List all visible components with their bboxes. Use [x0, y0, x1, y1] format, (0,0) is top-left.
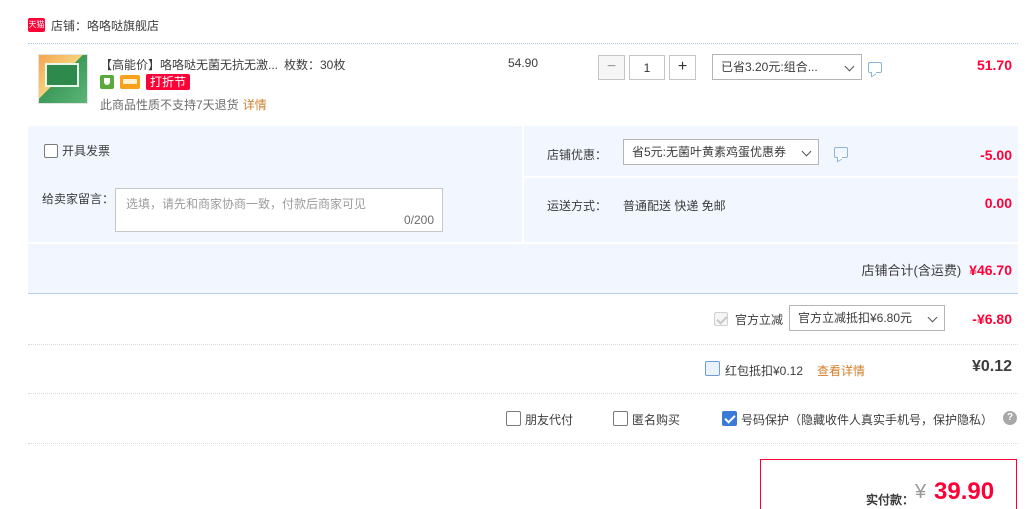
help-icon[interactable]: ? — [1003, 411, 1017, 425]
unit-price: 54.90 — [508, 56, 539, 70]
chevron-down-icon — [801, 146, 812, 157]
shop-discount-label: 店铺优惠： — [547, 148, 608, 162]
card-icon[interactable] — [120, 75, 140, 89]
shop-total-amount: ¥46.70 — [969, 262, 1012, 278]
shop-discount-amount: -5.00 — [980, 147, 1012, 163]
panel-divider — [522, 126, 524, 242]
message-char-count: 0/200 — [403, 213, 434, 227]
item-subtotal: 51.70 — [976, 57, 1012, 73]
shop-discount-select[interactable]: 省5元:无菌叶黄素鸡蛋优惠券 — [623, 139, 819, 165]
shop-discount-select-value: 省5元:无菌叶黄素鸡蛋优惠券 — [632, 145, 787, 159]
quantity-input[interactable]: 1 — [629, 55, 665, 80]
return-note-text: 此商品性质不支持7天退货 — [100, 98, 239, 112]
official-discount-select[interactable]: 官方立减抵扣¥6.80元 — [789, 305, 945, 331]
chevron-down-icon — [844, 61, 855, 72]
number-protect-checkbox[interactable] — [722, 411, 737, 426]
redpacket-amount: ¥0.12 — [971, 358, 1012, 375]
panel-divider — [524, 176, 1018, 178]
invoice-checkbox[interactable] — [44, 143, 58, 158]
shield-icon[interactable] — [100, 75, 114, 89]
panel-left: 开具发票 给卖家留言： 选填，请先和商家协商一致，付款后商家可见 0/200 — [28, 126, 522, 242]
chevron-down-icon — [927, 312, 938, 323]
divider — [28, 344, 1018, 345]
quantity-stepper: − 1 + — [598, 55, 696, 80]
friend-pay-checkbox[interactable] — [506, 411, 521, 426]
cart-item-row: 【高能价】咯咯哒无菌无抗无激... 枚数：30枚 打折节 此商品性质不支持7天退… — [28, 44, 1018, 126]
official-discount-select-value: 官方立减抵扣¥6.80元 — [798, 311, 913, 325]
quantity-minus-button[interactable]: − — [598, 55, 625, 80]
friend-pay-label: 朋友代付 — [525, 413, 574, 427]
message-textarea[interactable]: 选填，请先和商家协商一致，付款后商家可见 0/200 — [115, 188, 443, 232]
product-title-link[interactable]: 【高能价】咯咯哒无菌无抗无激... — [100, 56, 278, 73]
redpacket-checkbox[interactable] — [705, 361, 720, 376]
return-details-link[interactable]: 详情 — [243, 98, 267, 112]
quantity-plus-button[interactable]: + — [669, 55, 696, 80]
anonymous-label: 匿名购买 — [632, 413, 681, 427]
divider — [28, 393, 1018, 394]
invoice-label: 开具发票 — [62, 144, 111, 158]
message-label: 给卖家留言： — [42, 192, 115, 206]
order-options-panel: 开具发票 给卖家留言： 选填，请先和商家协商一致，付款后商家可见 0/200 店… — [28, 126, 1018, 294]
promo-icons: 打折节 — [100, 74, 191, 90]
number-protect-label: 号码保护（隐藏收件人真实手机号，保护隐私） — [741, 413, 994, 427]
product-thumbnail[interactable] — [38, 54, 88, 104]
shipping-method: 普通配送 快递 免邮 — [623, 199, 726, 213]
payment-amount: 39.90 — [934, 478, 995, 505]
item-discount-select[interactable]: 已省3.20元:组合... — [712, 54, 862, 80]
redpacket-details-link[interactable]: 查看详情 — [817, 362, 865, 379]
product-spec: 枚数：30枚 — [284, 58, 346, 72]
official-discount-checkbox — [714, 312, 728, 326]
shop-total-row: 店铺合计(含运费) ¥46.70 — [862, 260, 1013, 279]
shipping-label: 运送方式： — [547, 199, 608, 213]
chat-icon[interactable] — [834, 147, 848, 158]
shop-total-label: 店铺合计(含运费) — [861, 263, 962, 278]
payment-label: 实付款： — [866, 493, 915, 507]
promo-tag[interactable]: 打折节 — [146, 74, 191, 90]
shipping-amount: 0.00 — [984, 195, 1012, 211]
item-discount-select-value: 已省3.20元:组合... — [721, 60, 818, 74]
message-placeholder: 选填，请先和商家协商一致，付款后商家可见 — [126, 197, 367, 211]
invoice-option[interactable]: 开具发票 — [44, 142, 110, 159]
tmall-badge-icon: 天猫 — [28, 18, 45, 32]
shop-name-link[interactable]: 店铺：咯咯哒旗舰店 — [51, 17, 159, 34]
return-note: 此商品性质不支持7天退货 详情 — [100, 96, 267, 113]
redpacket-label: 红包抵扣¥0.12 — [725, 364, 804, 378]
official-discount-label: 官方立减 — [735, 313, 784, 327]
divider — [28, 443, 1018, 444]
payment-currency: ¥ — [915, 481, 927, 503]
official-discount-amount: -¥6.80 — [972, 311, 1012, 327]
shop-header: 天猫 店铺：咯咯哒旗舰店 — [28, 14, 159, 36]
chat-icon[interactable] — [868, 62, 882, 73]
panel-divider — [28, 242, 1018, 244]
payment-summary: 实付款： ¥ 39.90 — [760, 459, 1017, 509]
anonymous-checkbox[interactable] — [613, 411, 628, 426]
